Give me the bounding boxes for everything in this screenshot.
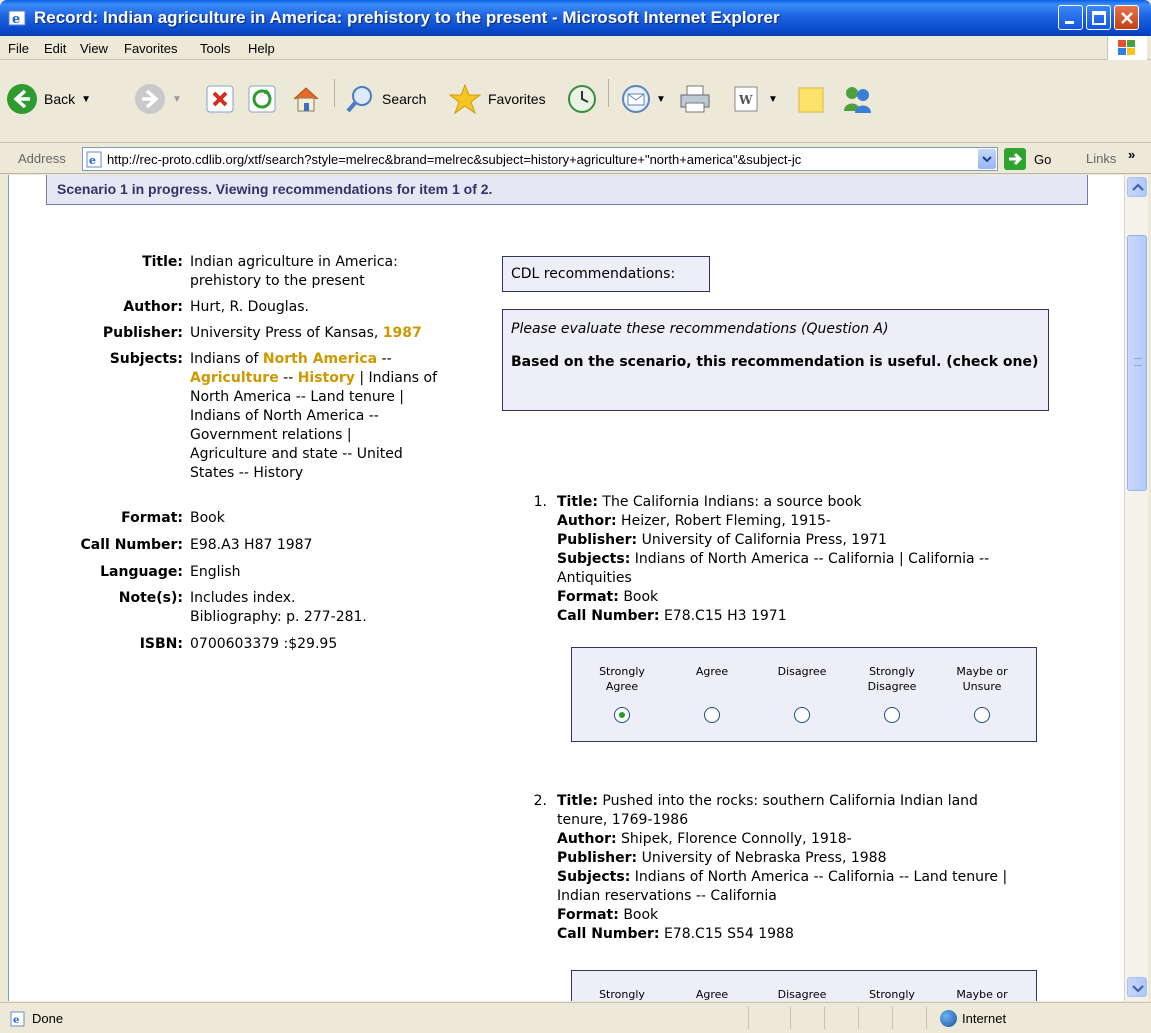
window-title: Record: Indian agriculture in America: p… bbox=[34, 8, 780, 27]
vertical-scrollbar[interactable] bbox=[1124, 175, 1148, 1001]
rating-label-maybe-unsure: Maybe or Unsure bbox=[956, 665, 1008, 693]
toolbar: Back ▼ ▼ Search Favorites ▼ W ▼ bbox=[0, 61, 1151, 143]
print-icon bbox=[680, 85, 710, 113]
menu-edit[interactable]: Edit bbox=[44, 41, 66, 56]
svg-text:W: W bbox=[738, 93, 753, 107]
close-button[interactable] bbox=[1114, 5, 1139, 30]
radio-agree[interactable] bbox=[704, 707, 720, 723]
stop-button[interactable] bbox=[206, 85, 234, 113]
chevron-down-icon bbox=[1132, 985, 1144, 993]
internet-globe-icon bbox=[940, 1010, 957, 1027]
status-text: Done bbox=[32, 1011, 64, 1026]
year-link[interactable]: 1987 bbox=[383, 325, 422, 341]
rating-label-disagree: Disagree bbox=[777, 988, 827, 1001]
menu-bar: File Edit View Favorites Tools Help bbox=[0, 36, 1151, 60]
note-icon bbox=[798, 87, 824, 113]
mail-button[interactable]: ▼ bbox=[620, 83, 666, 115]
menu-help[interactable]: Help bbox=[248, 41, 275, 56]
messenger-icon bbox=[844, 87, 871, 113]
radio-strongly-agree[interactable] bbox=[614, 707, 630, 723]
rating-box-2: Strongly Agree Disagree Strongly Maybe o… bbox=[571, 970, 1037, 1001]
links-more-icon[interactable]: » bbox=[1128, 147, 1135, 162]
word-edit-icon: W bbox=[734, 86, 758, 112]
radio-maybe-unsure[interactable] bbox=[974, 707, 990, 723]
favorites-star-icon bbox=[448, 83, 482, 115]
windows-flag-icon bbox=[1107, 36, 1147, 60]
refresh-button[interactable] bbox=[248, 85, 276, 113]
ie-logo-icon: e bbox=[8, 10, 26, 27]
evaluation-question: Based on the scenario, this recommendati… bbox=[511, 354, 1039, 370]
address-dropdown-button[interactable] bbox=[978, 149, 996, 169]
history-button[interactable] bbox=[566, 83, 598, 115]
security-zone-label: Internet bbox=[962, 1011, 1007, 1026]
menu-tools[interactable]: Tools bbox=[200, 41, 230, 56]
chevron-up-icon bbox=[1132, 183, 1144, 191]
rating-label-disagree: Disagree bbox=[777, 665, 827, 678]
back-button[interactable]: Back ▼ bbox=[6, 83, 91, 115]
address-label: Address bbox=[18, 151, 66, 166]
subject-history-link[interactable]: History bbox=[298, 370, 355, 386]
forward-button[interactable]: ▼ bbox=[134, 83, 182, 115]
scroll-up-button[interactable] bbox=[1127, 177, 1147, 197]
menu-file[interactable]: File bbox=[8, 41, 29, 56]
status-bar: e Done Internet bbox=[0, 1002, 1151, 1033]
maximize-button[interactable] bbox=[1086, 5, 1111, 30]
evaluation-box: Please evaluate these recommendations (Q… bbox=[502, 309, 1049, 411]
page-content: Scenario 1 in progress. Viewing recommen… bbox=[8, 175, 1124, 1001]
title-bar: e Record: Indian agriculture in America:… bbox=[0, 0, 1151, 36]
search-icon bbox=[346, 86, 372, 113]
radio-strongly-disagree[interactable] bbox=[884, 707, 900, 723]
address-bar: Address e http://rec-proto.cdlib.org/xtf… bbox=[0, 144, 1151, 174]
edit-button[interactable]: W ▼ bbox=[732, 83, 778, 115]
rating-label-agree: Agree bbox=[695, 988, 729, 1001]
minimize-button[interactable] bbox=[1058, 5, 1083, 30]
links-label[interactable]: Links bbox=[1086, 151, 1116, 166]
forward-arrow-icon bbox=[135, 84, 165, 114]
go-button[interactable]: Go bbox=[1004, 148, 1051, 170]
svg-text:e: e bbox=[12, 12, 20, 27]
stop-icon bbox=[206, 85, 234, 113]
mail-icon bbox=[622, 85, 650, 113]
subject-north-america-link[interactable]: North America bbox=[263, 351, 377, 367]
rating-box-1: Strongly Agree Agree Disagree Strongly Dis… bbox=[571, 647, 1037, 742]
rating-label-maybe-unsure: Maybe or bbox=[956, 988, 1008, 1001]
discuss-button[interactable] bbox=[796, 85, 826, 115]
go-arrow-icon bbox=[1004, 148, 1026, 170]
radio-disagree[interactable] bbox=[794, 707, 810, 723]
menu-favorites[interactable]: Favorites bbox=[124, 41, 177, 56]
menu-view[interactable]: View bbox=[80, 41, 108, 56]
print-button[interactable] bbox=[678, 83, 712, 115]
address-url: http://rec-proto.cdlib.org/xtf/search?st… bbox=[107, 152, 802, 167]
scroll-down-button[interactable] bbox=[1127, 977, 1147, 997]
favorites-button[interactable]: Favorites bbox=[448, 83, 546, 115]
scenario-banner: Scenario 1 in progress. Viewing recommen… bbox=[46, 175, 1088, 205]
page-icon: e bbox=[86, 151, 102, 168]
cdl-recommendations-header: CDL recommendations: bbox=[502, 256, 710, 292]
home-button[interactable] bbox=[290, 83, 322, 115]
refresh-icon bbox=[248, 85, 276, 113]
evaluation-instruction: Please evaluate these recommendations (Q… bbox=[511, 321, 889, 337]
search-button[interactable]: Search bbox=[344, 83, 426, 115]
rating-label-strongly-disagree: Strongly Disagree bbox=[867, 665, 917, 693]
svg-text:e: e bbox=[89, 154, 96, 167]
rating-label-agree: Agree bbox=[695, 665, 729, 678]
address-input[interactable]: e http://rec-proto.cdlib.org/xtf/search?… bbox=[82, 147, 998, 171]
chevron-down-icon bbox=[982, 156, 992, 163]
back-arrow-icon bbox=[7, 84, 37, 114]
subject-agriculture-link[interactable]: Agriculture bbox=[190, 370, 279, 386]
scroll-thumb[interactable] bbox=[1127, 235, 1147, 491]
messenger-button[interactable] bbox=[840, 83, 874, 115]
page-done-icon: e bbox=[10, 1011, 25, 1027]
rating-label-strongly-agree: Strongly Agree bbox=[599, 665, 645, 693]
home-icon bbox=[293, 87, 319, 112]
history-icon bbox=[568, 85, 596, 113]
rating-label-strongly-disagree: Strongly bbox=[869, 988, 915, 1001]
svg-text:e: e bbox=[13, 1015, 19, 1026]
rating-label-strongly-agree: Strongly bbox=[599, 988, 645, 1001]
